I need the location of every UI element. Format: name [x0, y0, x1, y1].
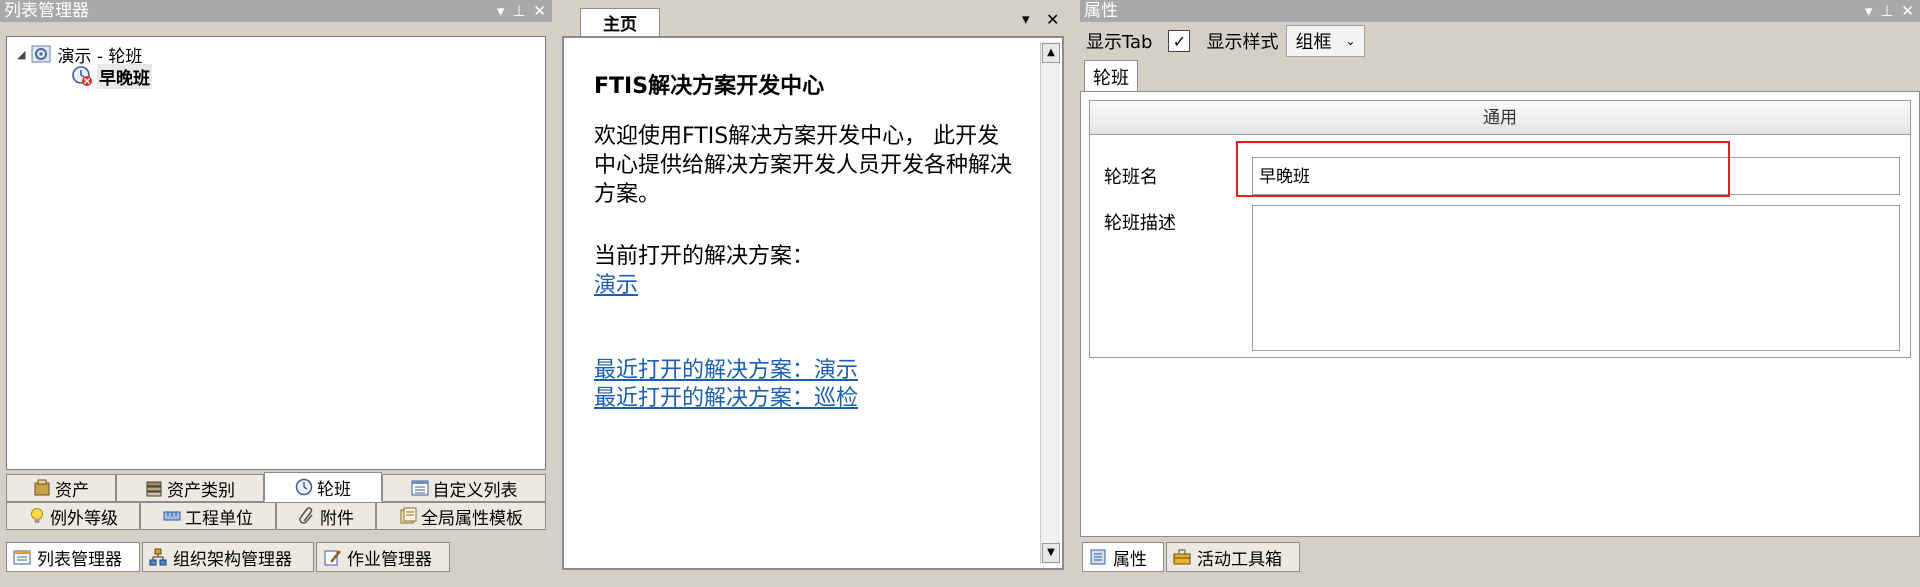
bottom-tab-label: 属性 — [1113, 549, 1147, 570]
chevron-down-icon: ⌄ — [1345, 34, 1356, 48]
pin-icon[interactable]: ⊥ — [1880, 0, 1893, 22]
tab-label: 自定义列表 — [432, 480, 518, 501]
lightbulb-icon — [31, 508, 43, 523]
pin-icon[interactable]: ⊥ — [512, 0, 525, 22]
bottom-tab-label: 作业管理器 — [347, 549, 432, 570]
tab-attachment[interactable]: 附件 — [276, 502, 376, 530]
tree-child[interactable]: 早晚班 — [71, 63, 152, 89]
tab-engineering-unit[interactable]: 工程单位 — [140, 502, 276, 530]
home-content: FTIS解决方案开发中心 欢迎使用FTIS解决方案开发中心， 此开发中心提供给解… — [562, 36, 1064, 570]
dropdown-icon[interactable]: ▾ — [1865, 0, 1873, 22]
highlight-box — [1236, 141, 1730, 197]
toolbox-icon — [1173, 549, 1191, 565]
paperclip-icon — [299, 507, 313, 524]
show-style-label: 显示样式 — [1206, 32, 1279, 53]
scroll-down-arrow-icon[interactable]: ▼ — [1042, 543, 1060, 563]
property-area: 通用 轮班名 早晚班 轮班描述 — [1080, 91, 1920, 537]
settings-doc-icon — [31, 45, 51, 63]
tab-label: 全局属性模板 — [421, 508, 523, 529]
current-solution-label: 当前打开的解决方案： — [594, 244, 815, 269]
org-chart-icon — [149, 548, 167, 566]
dropdown-icon[interactable]: ▾ — [1022, 10, 1030, 28]
bottom-tab-label: 组织架构管理器 — [173, 549, 292, 570]
tab-custom-list[interactable]: 自定义列表 — [382, 474, 546, 502]
prop-tab-label: 轮班 — [1093, 67, 1129, 89]
template-icon — [400, 507, 417, 524]
close-icon[interactable]: ✕ — [1901, 0, 1914, 22]
bottom-tab-properties[interactable]: 属性 — [1082, 542, 1164, 572]
tab-assets[interactable]: 资产 — [6, 474, 116, 502]
shift-clock-icon — [72, 66, 92, 86]
dropdown-icon[interactable]: ▾ — [497, 0, 505, 22]
show-tab-label: 显示Tab — [1086, 32, 1153, 53]
asset-icon — [34, 479, 50, 496]
scroll-up-arrow-icon[interactable]: ▲ — [1042, 43, 1060, 63]
desc-label: 轮班描述 — [1104, 213, 1176, 234]
clock-icon — [295, 478, 313, 496]
page-title: FTIS解决方案开发中心 — [594, 74, 825, 99]
recent-solution-link-2[interactable]: 最近打开的解决方案：巡检 — [594, 380, 858, 412]
properties-icon — [1090, 549, 1106, 565]
property-toolbar: 显示Tab ✓ 显示样式 组框 ⌄ — [1080, 24, 1920, 58]
style-select-value: 组框 — [1295, 32, 1332, 53]
bottom-tab-org-manager[interactable]: 组织架构管理器 — [142, 542, 314, 572]
group-title: 通用 — [1483, 108, 1517, 128]
tree-child-label: 早晚班 — [97, 63, 152, 89]
right-panel-title: 属性 — [1084, 1, 1118, 21]
tab-home[interactable]: 主页 — [580, 8, 660, 36]
left-panel-title: 列表管理器 — [4, 1, 89, 21]
list-icon — [411, 480, 428, 496]
tab-asset-category[interactable]: 资产类别 — [116, 474, 264, 502]
tab-shift[interactable]: 轮班 — [264, 472, 382, 502]
tree-view[interactable]: ◢ 演示 - 轮班 早晚班 — [6, 36, 546, 470]
group-header: 通用 — [1090, 101, 1910, 135]
close-icon[interactable]: ✕ — [1046, 10, 1059, 29]
tab-label: 工程单位 — [185, 508, 253, 529]
stack-icon — [146, 481, 162, 497]
center-tab-strip: 主页 ▾ ✕ — [560, 4, 1059, 36]
left-panel-titlebar: 列表管理器 ▾ ⊥ ✕ — [0, 0, 552, 22]
tab-label: 附件 — [320, 508, 354, 529]
collapse-triangle-icon[interactable]: ◢ — [17, 48, 25, 61]
list-manager-icon — [13, 550, 31, 565]
style-select[interactable]: 组框 ⌄ — [1286, 25, 1365, 57]
edit-note-icon — [324, 550, 341, 566]
intro-text: 欢迎使用FTIS解决方案开发中心， 此开发中心提供给解决方案开发人员开发各种解决… — [594, 124, 1013, 207]
close-icon[interactable]: ✕ — [533, 0, 546, 22]
tab-global-attribute-template[interactable]: 全局属性模板 — [376, 502, 546, 530]
tab-exception-level[interactable]: 例外等级 — [6, 502, 140, 530]
tab-label: 资产类别 — [167, 480, 235, 501]
vertical-scrollbar[interactable]: ▲ ▼ — [1040, 42, 1060, 564]
bottom-tab-list-manager[interactable]: 列表管理器 — [6, 542, 140, 572]
name-label: 轮班名 — [1104, 167, 1158, 188]
bottom-tab-label: 活动工具箱 — [1197, 549, 1282, 570]
general-groupbox: 通用 轮班名 早晚班 轮班描述 — [1089, 100, 1911, 358]
bottom-tab-label: 列表管理器 — [37, 549, 122, 570]
measure-icon — [163, 511, 181, 521]
show-tab-checkbox[interactable]: ✓ — [1168, 30, 1191, 52]
tab-shift-properties[interactable]: 轮班 — [1084, 60, 1138, 92]
shift-description-textarea[interactable] — [1252, 205, 1900, 351]
tab-home-label: 主页 — [603, 15, 637, 35]
tab-label: 资产 — [55, 480, 89, 501]
tab-label: 轮班 — [317, 479, 351, 500]
tree-root[interactable]: ◢ 演示 - 轮班 — [17, 43, 142, 67]
current-solution-link[interactable]: 演示 — [594, 267, 638, 299]
bottom-tab-activity-toolbox[interactable]: 活动工具箱 — [1166, 542, 1300, 572]
right-panel-titlebar: 属性 ▾ ⊥ ✕ — [1080, 0, 1920, 22]
bottom-tab-job-manager[interactable]: 作业管理器 — [316, 542, 450, 572]
tab-label: 例外等级 — [50, 508, 118, 529]
